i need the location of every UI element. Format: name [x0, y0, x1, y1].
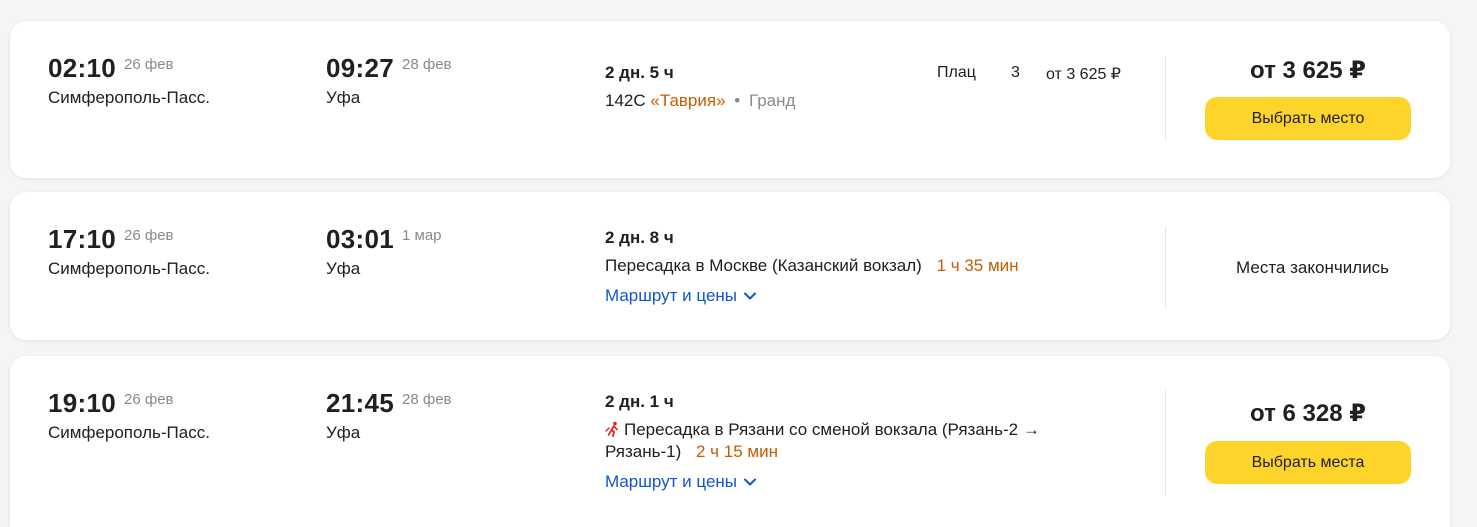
arrival-block: 21:45 28 фев Уфа [326, 388, 452, 443]
trip-duration: 2 дн. 1 ч [605, 392, 674, 411]
arrival-block: 09:27 28 фев Уфа [326, 53, 452, 108]
transfer-time: 2 ч 15 мин [696, 442, 778, 461]
departure-station: Симферополь-Пасс. [48, 88, 210, 107]
chevron-down-icon [744, 292, 756, 300]
departure-station: Симферополь-Пасс. [48, 259, 210, 278]
divider [1165, 56, 1166, 140]
train-name: «Таврия» [650, 91, 726, 110]
arrival-date: 28 фев [402, 391, 452, 408]
transfer-info: Пересадка в Рязани со сменой вокзала (Ря… [605, 420, 1040, 440]
arrival-block: 03:01 1 мар Уфа [326, 224, 442, 279]
trip-info: 2 дн. 8 ч Пересадка в Москве (Казанский … [605, 228, 1019, 306]
transfer-text-line2: Рязань-1) [605, 442, 682, 461]
arrival-time: 09:27 [326, 53, 394, 83]
transfer-info-line2: Рязань-1) 2 ч 15 мин [605, 442, 1040, 462]
arrival-time: 21:45 [326, 388, 394, 418]
select-seat-button[interactable]: Выбрать место [1205, 97, 1411, 140]
departure-block: 17:10 26 фев Симферополь-Пасс. [48, 224, 210, 279]
arrival-date: 28 фев [402, 56, 452, 73]
trip-info: 2 дн. 1 ч Пересадка в Рязани со сменой в… [605, 392, 1040, 492]
chevron-down-icon [744, 478, 756, 486]
route-link-label: Маршрут и цены [605, 286, 737, 305]
route-and-prices-link[interactable]: Маршрут и цены [605, 472, 756, 492]
departure-date: 26 фев [124, 56, 174, 73]
divider [1165, 390, 1166, 496]
arrival-time: 03:01 [326, 224, 394, 254]
arrival-date: 1 мар [402, 227, 442, 244]
departure-time: 19:10 [48, 388, 116, 418]
arrival-station: Уфа [326, 423, 361, 442]
train-card: 02:10 26 фев Симферополь-Пасс. 09:27 28 фе… [10, 21, 1450, 178]
transfer-text: Пересадка в Москве (Казанский вокзал) [605, 256, 922, 275]
route-link-label: Маршрут и цены [605, 472, 737, 491]
departure-time: 17:10 [48, 224, 116, 254]
departure-station: Симферополь-Пасс. [48, 423, 210, 442]
departure-block: 19:10 26 фев Симферополь-Пасс. [48, 388, 210, 443]
seat-count: 3 [1011, 64, 1020, 81]
departure-date: 26 фев [124, 391, 174, 408]
sold-out-status: Места закончились [1236, 258, 1389, 277]
train-card: 19:10 26 фев Симферополь-Пасс. 21:45 28 фе… [10, 356, 1450, 527]
train-card: 17:10 26 фев Симферополь-Пасс. 03:01 1 мар… [10, 192, 1450, 340]
price-block: от 6 328 ₽ Выбрать места [1205, 399, 1411, 484]
divider [1165, 226, 1166, 308]
transfer-text-line1: Пересадка в Рязани со сменой вокзала (Ря… [624, 420, 1040, 439]
trip-duration: 2 дн. 5 ч [605, 63, 674, 82]
arrival-station: Уфа [326, 88, 361, 107]
price: от 6 328 ₽ [1250, 400, 1366, 427]
separator-dot: • [734, 91, 741, 110]
trip-info: 2 дн. 5 ч 142С «Таврия» • Гранд [605, 63, 795, 111]
train-info: 142С «Таврия» • Гранд [605, 91, 795, 111]
select-seats-button[interactable]: Выбрать места [1205, 441, 1411, 484]
departure-date: 26 фев [124, 227, 174, 244]
price-block: от 3 625 ₽ Выбрать место [1205, 56, 1411, 140]
seat-price: от 3 625 ₽ [1046, 66, 1121, 83]
trip-duration: 2 дн. 8 ч [605, 228, 674, 247]
departure-time: 02:10 [48, 53, 116, 83]
transfer-info: Пересадка в Москве (Казанский вокзал) 1 … [605, 256, 1019, 276]
carrier-name: Гранд [748, 91, 796, 110]
route-and-prices-link[interactable]: Маршрут и цены [605, 286, 756, 306]
train-number: 142С [605, 91, 646, 110]
transfer-time: 1 ч 35 мин [936, 256, 1019, 275]
station-change-icon [605, 421, 618, 437]
departure-block: 02:10 26 фев Симферополь-Пасс. [48, 53, 210, 108]
seat-type[interactable]: Плац [937, 64, 976, 82]
arrival-station: Уфа [326, 259, 361, 278]
price: от 3 625 ₽ [1250, 57, 1366, 84]
